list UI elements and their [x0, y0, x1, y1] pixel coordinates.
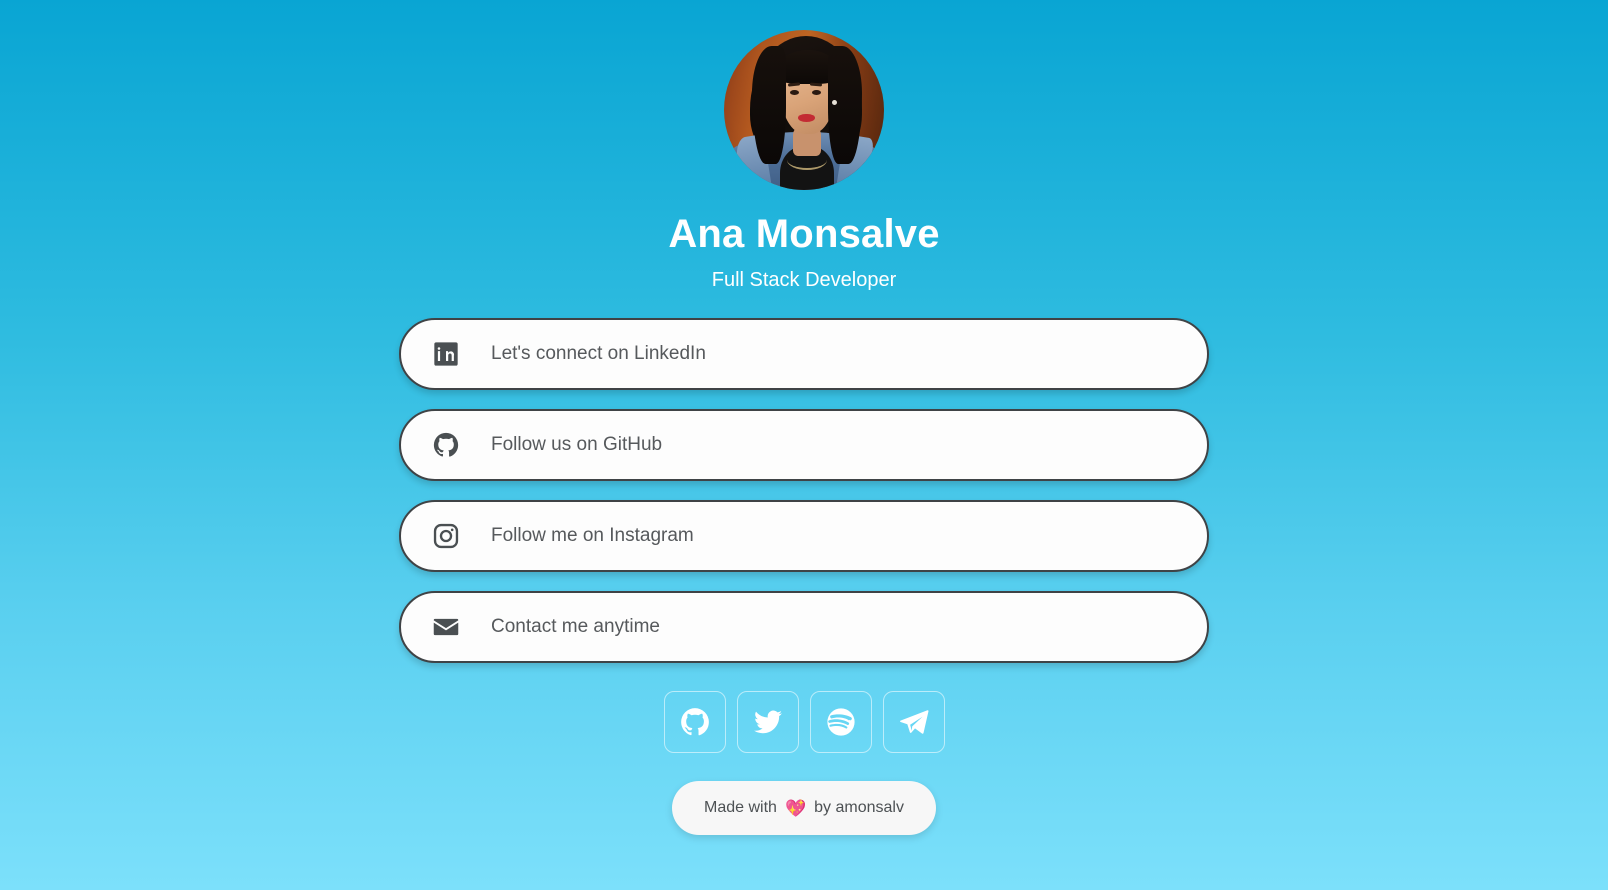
link-button-github[interactable]: Follow us on GitHub: [399, 409, 1209, 481]
social-button-spotify[interactable]: [809, 691, 872, 753]
social-button-telegram[interactable]: [882, 691, 945, 753]
link-label: Follow us on GitHub: [491, 434, 663, 455]
link-list: Let's connect on LinkedIn Follow us on G…: [399, 318, 1209, 663]
telegram-icon: [898, 706, 930, 738]
avatar-hair-right: [828, 46, 862, 164]
footer-prefix: Made with: [704, 799, 777, 816]
page-title: Ana Monsalve: [668, 212, 940, 256]
github-icon: [431, 430, 461, 460]
instagram-icon: [431, 521, 461, 551]
github-icon: [679, 706, 711, 738]
link-label: Let's connect on LinkedIn: [491, 343, 706, 364]
avatar: [724, 30, 884, 190]
link-label: Contact me anytime: [491, 616, 660, 637]
social-icon-row: [663, 691, 945, 753]
heart-icon: 💖: [784, 798, 807, 818]
link-button-linkedin[interactable]: Let's connect on LinkedIn: [399, 318, 1209, 390]
avatar-necklace: [787, 150, 827, 170]
linkedin-icon: [431, 339, 461, 369]
link-button-email[interactable]: Contact me anytime: [399, 591, 1209, 663]
spotify-icon: [825, 706, 857, 738]
twitter-icon: [752, 706, 784, 738]
link-button-instagram[interactable]: Follow me on Instagram: [399, 500, 1209, 572]
avatar-photo: [724, 30, 884, 190]
footer-badge: Made with 💖 by amonsalv: [672, 781, 936, 835]
link-label: Follow me on Instagram: [491, 525, 694, 546]
avatar-earring: [832, 100, 837, 105]
social-button-twitter[interactable]: [736, 691, 799, 753]
footer-suffix: by amonsalv: [814, 799, 904, 816]
page-subtitle: Full Stack Developer: [711, 269, 897, 291]
social-button-github[interactable]: [663, 691, 726, 753]
avatar-eye-left: [790, 90, 799, 95]
avatar-lips: [798, 114, 815, 122]
email-icon: [431, 612, 461, 642]
avatar-eye-right: [812, 90, 821, 95]
avatar-hair-left: [752, 46, 786, 164]
